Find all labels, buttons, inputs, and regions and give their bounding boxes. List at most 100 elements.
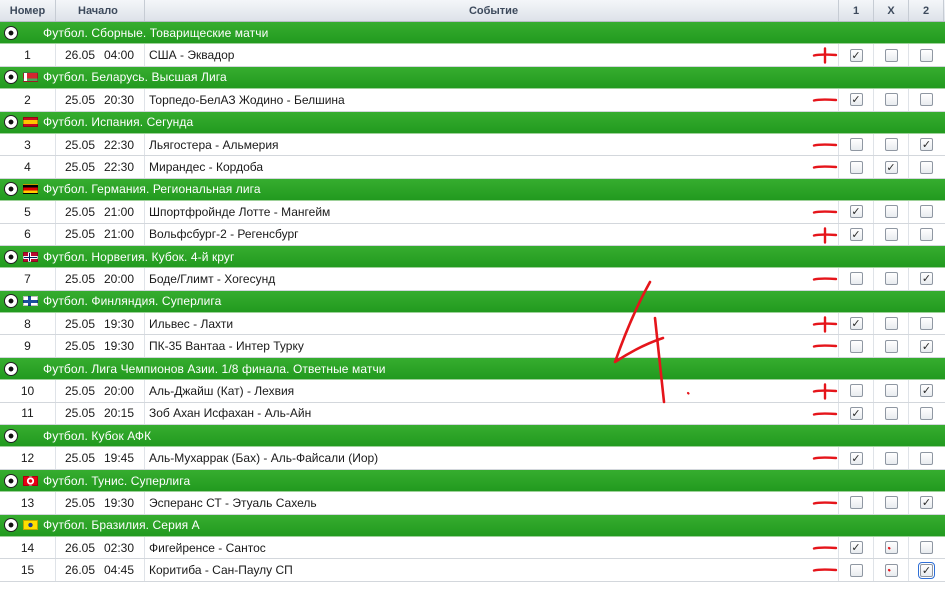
outcome-checkbox-1[interactable]: [849, 563, 863, 577]
match-row[interactable]: 3 25.05 22:30 Льягостера - Альмерия ✓: [0, 133, 945, 157]
outcome-cell-x: [874, 492, 909, 514]
match-date: 25.05: [65, 495, 96, 510]
match-event: Мирандес - Кордоба: [145, 156, 839, 178]
outcome-checkbox-x[interactable]: [884, 563, 898, 577]
outcome-checkbox-1[interactable]: ✓: [849, 48, 863, 62]
match-row[interactable]: 15 26.05 04:45 Коритиба - Сан-Паулу СП ✓: [0, 559, 945, 582]
outcome-checkbox-x[interactable]: [884, 93, 898, 107]
match-time: 21:00: [104, 227, 135, 242]
outcome-checkbox-2[interactable]: [920, 227, 933, 241]
match-time: 20:00: [104, 271, 135, 286]
match-date: 25.05: [65, 406, 96, 421]
outcome-checkbox-1[interactable]: [849, 339, 863, 353]
outcome-checkbox-x[interactable]: [884, 451, 898, 465]
outcome-checkbox-x[interactable]: [884, 48, 898, 62]
match-time: 20:00: [104, 383, 135, 398]
match-row[interactable]: 7 25.05 20:00 Боде/Глимт - Хогесунд ✓: [0, 268, 945, 291]
match-number: 14: [0, 536, 56, 559]
outcome-checkbox-2[interactable]: ✓: [920, 272, 933, 286]
outcome-checkbox-1[interactable]: [849, 272, 863, 286]
outcome-checkbox-2[interactable]: [920, 160, 933, 174]
match-start: 26.05 02:30: [56, 536, 145, 559]
column-header-number[interactable]: Номер: [0, 0, 56, 21]
match-start: 25.05 20:30: [56, 89, 145, 111]
column-header-event[interactable]: Событие: [145, 0, 839, 21]
group-header: Футбол. Финляндия. Суперлига: [0, 290, 945, 314]
outcome-checkbox-2[interactable]: ✓: [920, 496, 933, 510]
outcome-checkbox-x[interactable]: [884, 317, 898, 331]
outcome-checkbox-2[interactable]: [920, 48, 933, 62]
outcome-checkbox-1[interactable]: ✓: [849, 205, 863, 219]
outcome-checkbox-1[interactable]: ✓: [849, 406, 863, 420]
outcome-checkbox-1[interactable]: [849, 384, 863, 398]
outcome-checkbox-x[interactable]: [884, 138, 898, 152]
match-date: 25.05: [65, 204, 96, 219]
outcome-checkbox-2[interactable]: [920, 541, 933, 555]
outcome-cell-1: ✓: [839, 201, 874, 223]
match-row[interactable]: 9 25.05 19:30 ПК-35 Вантаа - Интер Турку ✓: [0, 335, 945, 358]
outcome-cell-1: [839, 492, 874, 514]
match-row[interactable]: 2 25.05 20:30 Торпедо-БелАЗ Жодино - Белшин…: [0, 89, 945, 112]
match-row[interactable]: 5 25.05 21:00 Шпортфройнде Лотте - Мангейм ✓: [0, 201, 945, 224]
column-header-outcome-2[interactable]: 2: [909, 0, 944, 21]
outcome-checkbox-2[interactable]: ✓: [920, 384, 933, 398]
outcome-checkbox-x[interactable]: [884, 339, 898, 353]
outcome-checkbox-1[interactable]: ✓: [849, 541, 863, 555]
outcome-checkbox-x[interactable]: [884, 496, 898, 510]
outcome-checkbox-x[interactable]: [884, 272, 898, 286]
match-row[interactable]: 4 25.05 22:30 Мирандес - Кордоба ✓: [0, 156, 945, 179]
match-number: 9: [0, 335, 56, 357]
outcome-cell-x: [874, 201, 909, 223]
outcome-checkbox-1[interactable]: ✓: [849, 451, 863, 465]
match-row[interactable]: 10 25.05 20:00 Аль-Джайш (Кат) - Лехвия ✓: [0, 380, 945, 403]
outcome-checkbox-2[interactable]: ✓: [920, 339, 933, 353]
outcome-checkbox-2[interactable]: ✓: [918, 561, 935, 579]
soccer-ball-icon: [4, 249, 18, 264]
outcome-checkbox-2[interactable]: [920, 205, 933, 219]
match-event: Эсперанс СТ - Этуаль Сахель: [145, 492, 839, 514]
outcome-checkbox-1[interactable]: ✓: [849, 93, 863, 107]
outcome-checkbox-x[interactable]: [884, 205, 898, 219]
soccer-ball-icon: [4, 518, 18, 533]
group-title: Футбол. Испания. Сегунда: [43, 115, 194, 130]
outcome-checkbox-1[interactable]: [849, 160, 863, 174]
match-event: США - Эквадор: [145, 44, 839, 66]
match-event: Фигейренсе - Сантос: [145, 536, 839, 559]
match-row[interactable]: 6 25.05 21:00 Вольфсбург-2 - Регенсбург ✓: [0, 223, 945, 246]
outcome-checkbox-2[interactable]: [920, 93, 933, 107]
match-event: Аль-Джайш (Кат) - Лехвия: [145, 380, 839, 402]
outcome-checkbox-x[interactable]: ✓: [884, 160, 898, 174]
match-row[interactable]: 8 25.05 19:30 Ильвес - Лахти ✓: [0, 313, 945, 336]
match-date: 25.05: [65, 92, 96, 107]
outcome-checkbox-2[interactable]: [920, 451, 933, 465]
column-header-start[interactable]: Начало: [56, 0, 145, 21]
soccer-ball-icon: [4, 361, 18, 376]
outcome-checkbox-2[interactable]: [920, 317, 933, 331]
match-event: Боде/Глимт - Хогесунд: [145, 268, 839, 290]
match-row[interactable]: 14 26.05 02:30 Фигейренсе - Сантос ✓: [0, 536, 945, 560]
outcome-checkbox-x[interactable]: [884, 406, 898, 420]
group-title: Футбол. Норвегия. Кубок. 4-й круг: [43, 249, 235, 264]
match-start: 25.05 19:30: [56, 335, 145, 357]
column-header-outcome-1[interactable]: 1: [839, 0, 874, 21]
outcome-checkbox-x[interactable]: [884, 227, 898, 241]
outcome-checkbox-2[interactable]: ✓: [920, 138, 933, 152]
match-row[interactable]: 12 25.05 19:45 Аль-Мухаррак (Бах) - Аль-Фай…: [0, 447, 945, 470]
outcome-cell-1: [839, 156, 874, 178]
outcome-checkbox-x[interactable]: [884, 541, 898, 555]
match-row[interactable]: 13 25.05 19:30 Эсперанс СТ - Этуаль Сахель ✓: [0, 492, 945, 515]
outcome-checkbox-x[interactable]: [884, 384, 898, 398]
outcome-checkbox-1[interactable]: ✓: [849, 227, 863, 241]
outcome-checkbox-1[interactable]: [849, 496, 863, 510]
match-time: 02:30: [104, 540, 135, 555]
match-row[interactable]: 1 26.05 04:00 США - Эквадор ✓: [0, 44, 945, 67]
outcome-checkbox-1[interactable]: [849, 138, 863, 152]
outcome-checkbox-1[interactable]: ✓: [849, 317, 863, 331]
outcome-cell-x: ✓: [874, 156, 909, 178]
match-row[interactable]: 11 25.05 20:15 Зоб Ахан Исфахан - Аль-Айн ✓: [0, 402, 945, 426]
column-header-outcome-x[interactable]: X: [874, 0, 909, 21]
outcome-checkbox-2[interactable]: [920, 406, 933, 420]
match-event: Коритиба - Сан-Паулу СП: [145, 559, 839, 581]
country-flag-icon: [23, 475, 38, 486]
match-start: 25.05 20:00: [56, 268, 145, 290]
